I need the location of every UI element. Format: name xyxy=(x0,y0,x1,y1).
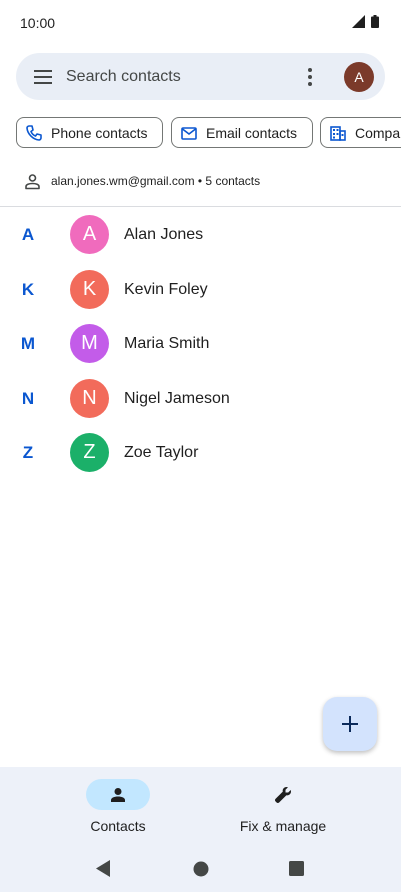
add-contact-button[interactable] xyxy=(323,697,377,751)
account-avatar[interactable]: A xyxy=(344,62,374,92)
status-bar: 10:00 xyxy=(0,0,401,44)
search-input[interactable]: Search contacts xyxy=(66,68,181,86)
section-letter: M xyxy=(20,334,36,354)
person-icon xyxy=(111,787,125,802)
home-icon[interactable] xyxy=(193,861,209,877)
section-letter: Z xyxy=(22,443,34,463)
wrench-icon xyxy=(274,786,291,803)
contact-row[interactable]: M M Maria Smith xyxy=(0,317,401,372)
nav-item-fix-manage[interactable]: Fix & manage xyxy=(213,779,353,834)
contact-row[interactable]: N N Nigel Jameson xyxy=(0,372,401,427)
contact-row[interactable]: Z Z Zoe Taylor xyxy=(0,426,401,481)
nav-label: Contacts xyxy=(90,818,146,834)
contact-name: Maria Smith xyxy=(124,335,210,353)
filter-chips: Phone contacts Email contacts Compar xyxy=(16,117,401,148)
recents-icon[interactable] xyxy=(289,861,304,876)
contact-avatar: Z xyxy=(70,433,109,473)
chip-label: Compar xyxy=(355,124,401,141)
person-outline-icon xyxy=(25,173,40,189)
nav-label: Fix & manage xyxy=(239,818,327,834)
contact-name: Nigel Jameson xyxy=(124,389,230,407)
chip-label: Phone contacts xyxy=(51,124,148,141)
back-icon[interactable] xyxy=(95,860,111,877)
section-letter: K xyxy=(21,279,35,299)
account-summary: alan.jones.wm@gmail.com • 5 contacts xyxy=(51,174,261,188)
account-row[interactable]: alan.jones.wm@gmail.com • 5 contacts xyxy=(24,170,260,192)
divider xyxy=(0,206,401,207)
phone-icon xyxy=(26,124,42,141)
contact-row[interactable]: A A Alan Jones xyxy=(0,208,401,263)
nav-icon-container xyxy=(251,779,315,810)
nav-active-indicator xyxy=(86,779,150,810)
contact-name: Zoe Taylor xyxy=(124,444,199,462)
more-vert-icon[interactable] xyxy=(302,66,318,88)
plus-icon xyxy=(342,716,358,732)
status-time: 10:00 xyxy=(20,15,56,31)
battery-icon xyxy=(371,15,379,28)
contact-row[interactable]: K K Kevin Foley xyxy=(0,263,401,318)
section-letter: N xyxy=(21,388,35,408)
search-bar[interactable]: Search contacts A xyxy=(16,53,385,100)
status-icons xyxy=(352,15,379,28)
email-icon xyxy=(181,126,197,140)
contact-avatar: M xyxy=(70,324,109,364)
menu-icon[interactable] xyxy=(33,67,53,87)
contact-avatar: N xyxy=(70,378,109,418)
system-nav-bar xyxy=(0,855,401,883)
building-icon xyxy=(330,125,346,141)
chip-label: Email contacts xyxy=(206,124,298,141)
contact-name: Kevin Foley xyxy=(124,280,208,298)
chip-email-contacts[interactable]: Email contacts xyxy=(171,117,313,148)
contact-avatar: K xyxy=(70,269,109,309)
chip-phone-contacts[interactable]: Phone contacts xyxy=(16,117,163,148)
contact-avatar: A xyxy=(70,215,109,254)
chip-companies[interactable]: Compar xyxy=(320,117,401,148)
contact-name: Alan Jones xyxy=(124,226,204,243)
contact-list: A A Alan Jones K K Kevin Foley M M Maria… xyxy=(0,208,401,481)
signal-icon xyxy=(352,15,365,28)
nav-item-contacts[interactable]: Contacts xyxy=(48,779,188,834)
section-letter: A xyxy=(21,225,35,244)
